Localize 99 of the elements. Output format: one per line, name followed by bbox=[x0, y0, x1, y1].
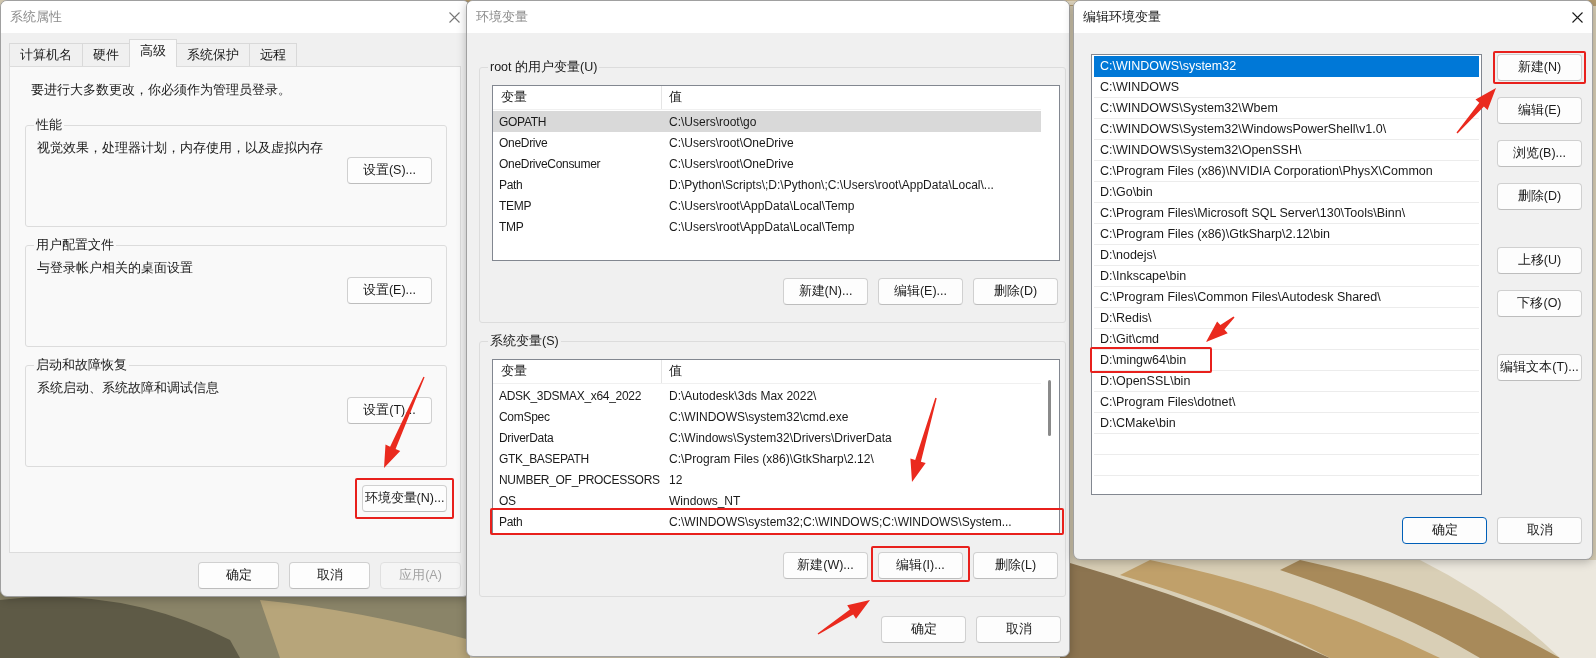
table-cell-text: C:\Users\root\go bbox=[668, 113, 758, 131]
environment-variables-button[interactable]: 环境变量(N)... bbox=[362, 485, 447, 512]
table-row[interactable]: ADSK_3DSMAX_x64_2022 D:\Autodesk\3ds Max 2022\ bbox=[493, 385, 1041, 406]
ok-button[interactable]: 确定 bbox=[1402, 517, 1487, 544]
column-header[interactable]: 变量 bbox=[493, 86, 662, 109]
table-cell-text: ADSK_3DSMAX_x64_2022 bbox=[498, 387, 643, 405]
table-cell-text: Path bbox=[498, 513, 524, 531]
table-cell-text: C:\Users\root\AppData\Local\Temp bbox=[668, 218, 856, 236]
browse-button[interactable]: 浏览(B)... bbox=[1497, 140, 1582, 167]
group-title: 启动和故障恢复 bbox=[35, 357, 128, 374]
table-row[interactable]: GOPATH C:\Users\root\go bbox=[493, 111, 1041, 132]
table-row[interactable]: TMP C:\Users\root\AppData\Local\Temp bbox=[493, 216, 1041, 237]
group-title: 用户配置文件 bbox=[35, 237, 115, 254]
close-icon[interactable] bbox=[1572, 11, 1583, 23]
path-entry[interactable]: D:\Go\bin bbox=[1094, 182, 1479, 203]
table-cell-text: C:\Program Files (x86)\GtkSharp\2.12\ bbox=[668, 450, 875, 468]
new-button[interactable]: 新建(W)... bbox=[783, 552, 868, 579]
path-entry[interactable]: D:\nodejs\ bbox=[1094, 245, 1479, 266]
path-entry[interactable]: D:\Inkscape\bin bbox=[1094, 266, 1479, 287]
table-row[interactable]: GTK_BASEPATH C:\Program Files (x86)\GtkSharp\2.12\ bbox=[493, 448, 1041, 469]
column-header[interactable]: 值 bbox=[662, 360, 1041, 383]
table-cell-text: C:\Users\root\OneDrive bbox=[668, 155, 795, 173]
edit-button[interactable]: 编辑(E) bbox=[1497, 97, 1582, 124]
table-row[interactable]: TEMP C:\Users\root\AppData\Local\Temp bbox=[493, 195, 1041, 216]
path-entry[interactable]: C:\Program Files\dotnet\ bbox=[1094, 392, 1479, 413]
edit-text-button[interactable]: 编辑文本(T)... bbox=[1497, 354, 1582, 381]
table-cell-text: OneDrive bbox=[498, 134, 549, 152]
table-cell-text: OS bbox=[498, 492, 517, 510]
group-title: root 的用户变量(U) bbox=[489, 59, 599, 76]
window-title: 系统属性 bbox=[10, 8, 62, 26]
table-cell-text: Path bbox=[498, 176, 524, 194]
edit-button[interactable]: 编辑(E)... bbox=[878, 278, 963, 305]
table-row[interactable]: NUMBER_OF_PROCESSORS 12 bbox=[493, 469, 1041, 490]
window-title: 环境变量 bbox=[476, 8, 528, 26]
table-row[interactable]: Path D:\Python\Scripts\;D:\Python\;C:\Users\root\AppData\Local\... bbox=[493, 174, 1041, 195]
new-button[interactable]: 新建(N)... bbox=[783, 278, 868, 305]
cancel-button[interactable]: 取消 bbox=[1497, 517, 1582, 544]
path-entry[interactable]: D:\mingw64\bin bbox=[1094, 350, 1479, 371]
delete-button[interactable]: 删除(D) bbox=[973, 278, 1058, 305]
table-cell-text: GOPATH bbox=[498, 113, 548, 131]
annotation-arrow bbox=[1206, 316, 1235, 342]
table-cell-text: C:\Users\root\AppData\Local\Temp bbox=[668, 197, 856, 215]
path-entry[interactable]: D:\CMake\bin bbox=[1094, 413, 1479, 434]
table-cell-text: TEMP bbox=[498, 197, 533, 215]
path-entry[interactable]: C:\WINDOWS\system32 bbox=[1094, 56, 1479, 77]
tab[interactable]: 计算机名 bbox=[9, 43, 83, 66]
path-entry[interactable]: C:\Program Files (x86)\NVIDIA Corporation\PhysX\Common bbox=[1094, 161, 1479, 182]
table-cell-text: GTK_BASEPATH bbox=[498, 450, 590, 468]
table-row[interactable]: Path C:\WINDOWS\system32;C:\WINDOWS;C:\WINDOWS\System... bbox=[493, 511, 1041, 532]
table-cell-text: C:\WINDOWS\system32;C:\WINDOWS;C:\WINDOWS\System... bbox=[668, 513, 1013, 531]
path-entry[interactable]: D:\OpenSSL\bin bbox=[1094, 371, 1479, 392]
table-cell-text: C:\WINDOWS\system32\cmd.exe bbox=[668, 408, 850, 426]
table-cell-text: OneDriveConsumer bbox=[498, 155, 602, 173]
window-title: 编辑环境变量 bbox=[1083, 8, 1161, 26]
path-entry[interactable]: C:\Program Files\Microsoft SQL Server\130\Tools\Binn\ bbox=[1094, 203, 1479, 224]
annotation-arrow bbox=[1456, 88, 1496, 134]
group-description: 与登录帐户相关的桌面设置 bbox=[37, 260, 194, 277]
scrollbar-thumb[interactable] bbox=[1048, 380, 1051, 436]
delete-button[interactable]: 删除(D) bbox=[1497, 183, 1582, 210]
ok-button[interactable]: 确定 bbox=[881, 616, 966, 643]
settings-button[interactable]: 设置(E)... bbox=[347, 277, 432, 304]
table-row[interactable]: DriverData C:\Windows\System32\Drivers\DriverData bbox=[493, 427, 1041, 448]
table-cell-text: C:\Windows\System32\Drivers\DriverData bbox=[668, 429, 893, 447]
table-cell-text: TMP bbox=[498, 218, 525, 236]
table-row[interactable]: OneDrive C:\Users\root\OneDrive bbox=[493, 132, 1041, 153]
settings-button[interactable]: 设置(S)... bbox=[347, 157, 432, 184]
table-cell-text: DriverData bbox=[498, 429, 555, 447]
move-up-button[interactable]: 上移(U) bbox=[1497, 247, 1582, 274]
group-title: 系统变量(S) bbox=[489, 333, 560, 350]
table-cell-text: D:\Python\Scripts\;D:\Python\;C:\Users\root\AppData\Local\... bbox=[668, 176, 995, 194]
group-description: 系统启动、系统故障和调试信息 bbox=[37, 380, 220, 397]
path-entry[interactable]: C:\WINDOWS bbox=[1094, 77, 1479, 98]
path-entry[interactable]: C:\WINDOWS\System32\OpenSSH\ bbox=[1094, 140, 1479, 161]
path-entry[interactable]: C:\Program Files (x86)\GtkSharp\2.12\bin bbox=[1094, 224, 1479, 245]
tab[interactable]: 远程 bbox=[249, 43, 297, 66]
group-description: 视觉效果，处理器计划，内存使用，以及虚拟内存 bbox=[37, 140, 324, 157]
tab[interactable]: 高级 bbox=[129, 39, 177, 67]
path-entry[interactable]: C:\Program Files\Common Files\Autodesk Shared\ bbox=[1094, 287, 1479, 308]
column-header[interactable]: 值 bbox=[662, 86, 1041, 109]
table-row[interactable]: OS Windows_NT bbox=[493, 490, 1041, 511]
table-cell-text: Windows_NT bbox=[668, 492, 742, 510]
table-cell-text: ComSpec bbox=[498, 408, 551, 426]
annotation-arrow bbox=[817, 600, 870, 635]
ok-button[interactable]: 确定 bbox=[198, 562, 279, 589]
table-row[interactable]: ComSpec C:\WINDOWS\system32\cmd.exe bbox=[493, 406, 1041, 427]
table-cell-text: NUMBER_OF_PROCESSORS bbox=[498, 471, 661, 489]
cancel-button[interactable]: 取消 bbox=[289, 562, 370, 589]
new-button[interactable]: 新建(N) bbox=[1497, 54, 1582, 81]
edit-button[interactable]: 编辑(I)... bbox=[878, 552, 963, 579]
cancel-button[interactable]: 取消 bbox=[976, 616, 1061, 643]
table-cell-text: C:\Users\root\OneDrive bbox=[668, 134, 795, 152]
notice-text: 要进行大多数更改，你必须作为管理员登录。 bbox=[31, 83, 292, 98]
table-cell-text: D:\Autodesk\3ds Max 2022\ bbox=[668, 387, 818, 405]
column-header[interactable]: 变量 bbox=[493, 360, 662, 383]
table-cell-text: 12 bbox=[668, 471, 684, 489]
table-row[interactable]: OneDriveConsumer C:\Users\root\OneDrive bbox=[493, 153, 1041, 174]
group-title: 性能 bbox=[35, 117, 63, 134]
delete-button[interactable]: 删除(L) bbox=[973, 552, 1058, 579]
move-down-button[interactable]: 下移(O) bbox=[1497, 290, 1582, 317]
